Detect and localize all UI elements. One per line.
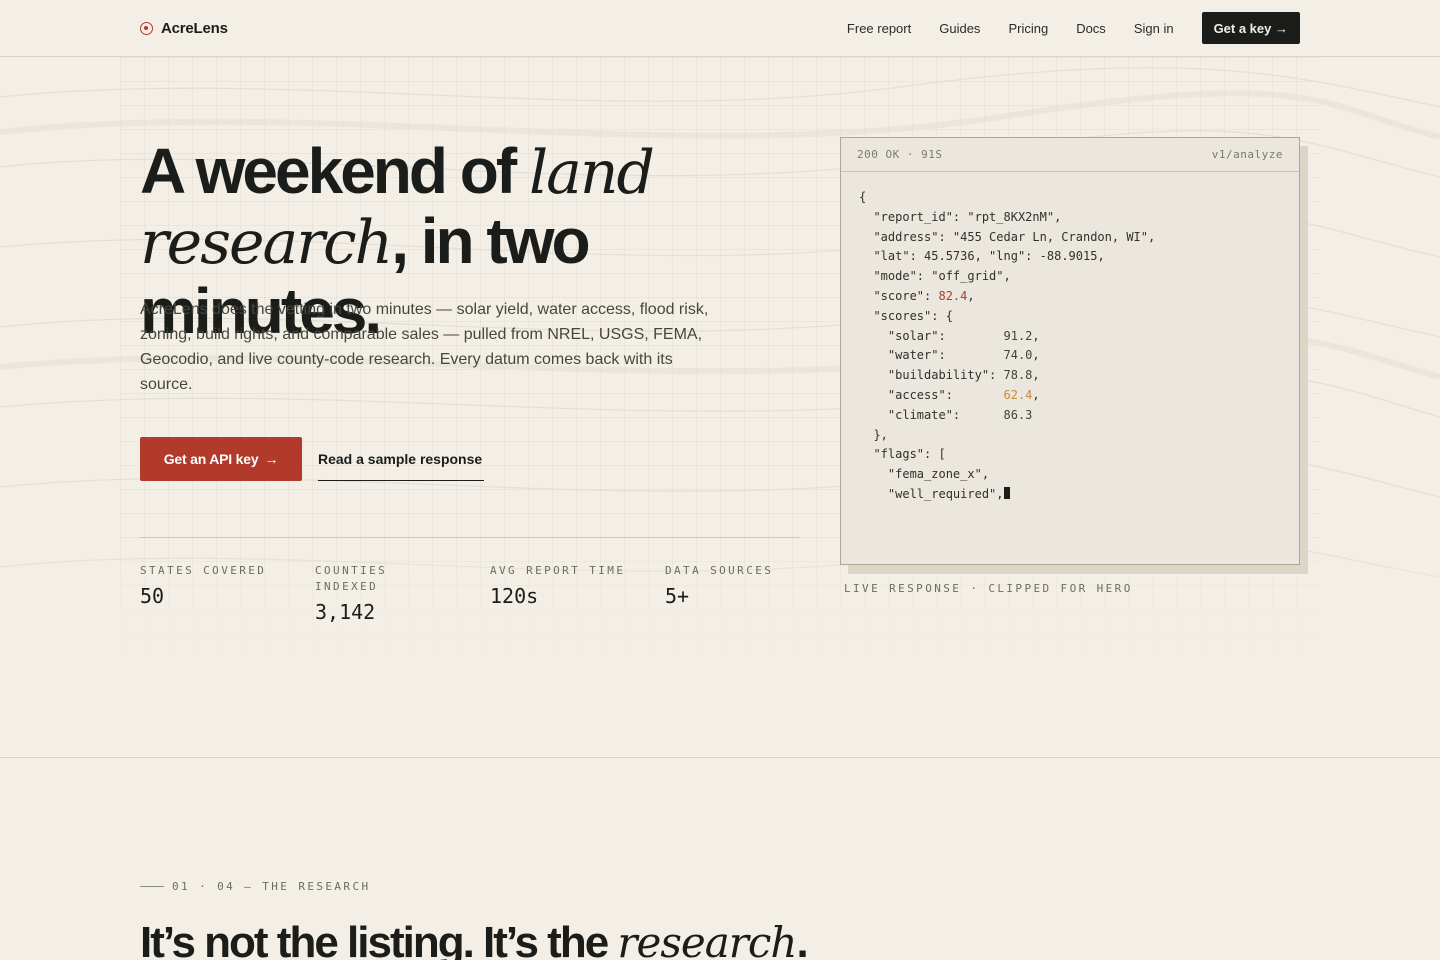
top-nav: AcreLens Free report Guides Pricing Docs… xyxy=(0,0,1440,57)
hero-lede: AcreLens does the vetting in two minutes… xyxy=(140,301,709,393)
brand-logo[interactable]: AcreLens xyxy=(140,17,228,39)
mode-value: off_grid xyxy=(938,269,997,284)
stat-label: COUNTIES INDEXED xyxy=(315,564,388,593)
buildability-score: 78.8 xyxy=(1003,368,1033,383)
section-divider xyxy=(0,757,1440,758)
water-score: 74.0 xyxy=(1003,348,1033,363)
crosshair-icon xyxy=(140,21,153,35)
nav-link-free-report[interactable]: Free report xyxy=(847,21,911,36)
access-score: 62.4 xyxy=(1003,387,1033,402)
response-status: 200 OK · 91S xyxy=(857,148,943,161)
brand-name: AcreLens xyxy=(161,19,228,37)
stat-report-time: AVG REPORT TIME 120s xyxy=(490,563,650,608)
headline-part-1: A weekend of xyxy=(140,135,529,207)
section-title: It’s not the listing. It’s the research. xyxy=(140,916,1040,960)
flag-item: well_required xyxy=(895,486,990,501)
stat-counties: COUNTIES INDEXED 3,142 xyxy=(315,563,425,624)
eyebrow-line xyxy=(140,886,164,887)
nav-link-sign-in[interactable]: Sign in xyxy=(1134,21,1174,36)
section-title-italic: research xyxy=(617,918,797,960)
nav-links: Free report Guides Pricing Docs Sign in … xyxy=(819,12,1300,44)
lng-value: -88.9015 xyxy=(1039,249,1098,264)
nav-link-pricing[interactable]: Pricing xyxy=(1008,21,1048,36)
section-eyebrow: 01 · 04 — THE RESEARCH xyxy=(140,880,371,893)
section-title-part-1: It’s not the listing. It’s the xyxy=(140,918,618,960)
section-title-part-2: . xyxy=(796,918,808,960)
json-response: { "report_id": "rpt_8KX2nM", "address": … xyxy=(859,190,1156,501)
nav-link-docs[interactable]: Docs xyxy=(1076,21,1106,36)
stat-value: 5+ xyxy=(665,584,690,608)
stat-value: 50 xyxy=(140,584,165,608)
stat-value: 120s xyxy=(490,584,539,608)
get-api-key-label: Get an API key xyxy=(163,451,259,467)
report-id: rpt_8KX2nM xyxy=(974,209,1047,224)
climate-score: 86.3 xyxy=(1003,407,1033,422)
stat-label: DATA SOURCES xyxy=(665,564,774,577)
response-caption: LIVE RESPONSE · CLIPPED FOR HERO xyxy=(844,582,1133,595)
solar-score: 91.2 xyxy=(1003,328,1033,343)
stats-divider xyxy=(140,537,800,538)
address-value: 455 Cedar Ln, Crandon, WI xyxy=(960,229,1141,244)
nav-link-guides[interactable]: Guides xyxy=(939,21,980,36)
response-endpoint: v1/analyze xyxy=(1211,148,1283,161)
lat-value: 45.5736 xyxy=(924,249,975,264)
get-a-key-button[interactable]: Get a key → xyxy=(1201,12,1300,44)
get-api-key-button[interactable]: Get an API key → xyxy=(140,437,302,481)
stat-value: 3,142 xyxy=(315,600,376,624)
stat-states: STATES COVERED 50 xyxy=(140,563,300,608)
stat-label: STATES COVERED xyxy=(140,564,267,577)
arrow-right-icon: → xyxy=(264,451,279,467)
score-value: 82.4 xyxy=(938,288,968,303)
response-card-header: 200 OK · 91S v1/analyze xyxy=(841,138,1299,172)
stat-label: AVG REPORT TIME xyxy=(490,564,626,577)
read-sample-response-link[interactable]: Read a sample response xyxy=(318,437,484,481)
response-card: 200 OK · 91S v1/analyze { "report_id": "… xyxy=(840,137,1300,565)
stat-sources: DATA SOURCES 5+ xyxy=(665,563,825,608)
eyebrow-text: 01 · 04 — THE RESEARCH xyxy=(172,880,371,893)
flag-item: fema_zone_x xyxy=(895,467,975,482)
text-cursor xyxy=(1003,486,1010,499)
